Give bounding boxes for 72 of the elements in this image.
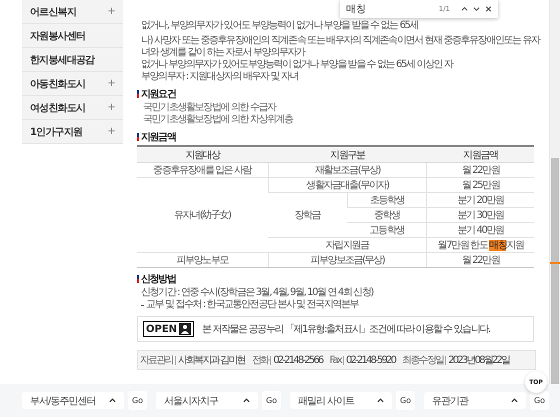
close-icon[interactable] bbox=[485, 6, 492, 12]
table-cell: 중증후유장애를 입은 사람 bbox=[137, 162, 268, 178]
info-value: 사회복지과 김미현 bbox=[178, 354, 245, 367]
caret-icon bbox=[511, 398, 518, 403]
table-cell: 월 25만원 bbox=[426, 178, 534, 192]
expand-icon: + bbox=[107, 6, 115, 17]
table-cell: 재활보조금(무상) bbox=[268, 162, 427, 178]
table-cell: 분기 40만원 bbox=[426, 222, 534, 238]
go-button[interactable]: Go bbox=[396, 391, 415, 410]
list-item: 국민기초생활보장법에 의한 수급자 bbox=[142, 102, 278, 114]
sidebar-label: 어르신복지 bbox=[30, 6, 76, 18]
table-cell: 장학금 bbox=[268, 192, 348, 238]
site-select[interactable]: 패밀리 사이트 bbox=[290, 392, 392, 409]
site-select[interactable]: 서울시자치구 bbox=[156, 392, 258, 409]
info-label: Fax bbox=[329, 356, 344, 364]
go-button[interactable]: Go bbox=[262, 391, 281, 410]
sidebar-label: 아동친화도시 bbox=[30, 78, 86, 90]
expand-icon: + bbox=[107, 78, 115, 89]
site-select[interactable]: 부서/동주민센터 bbox=[22, 392, 124, 409]
license-logo: OPEN bbox=[143, 321, 194, 337]
go-button[interactable]: Go bbox=[128, 391, 147, 410]
paragraph: 없거나, 부양의무자가 있어도 부양능력이 없거나 부양을 받을 수 없는 65세 bbox=[140, 20, 420, 32]
section-heading: 지원금액 bbox=[137, 130, 545, 144]
info-value: 02-2148-5920 bbox=[346, 354, 396, 366]
table-cell: 분기 30만원 bbox=[426, 208, 534, 222]
license-text: 본 저작물은 공공누리 「제1유형:출처표시」조건에 따라 이용할 수 있습니다. bbox=[202, 322, 490, 336]
info-label: 전화 bbox=[252, 356, 272, 364]
section-heading: 신청방법 bbox=[137, 272, 545, 286]
caret-icon bbox=[243, 398, 250, 403]
sidebar-label: 여성친화도시 bbox=[30, 102, 86, 114]
find-field[interactable]: 매칭 bbox=[346, 2, 434, 16]
table-cell: 초등학생 bbox=[347, 192, 427, 208]
sidebar-item[interactable]: 1인가구지원 + bbox=[22, 120, 123, 144]
paragraph: 부양의무자 : 지원대상자의 배우자 및 자녀 bbox=[140, 71, 300, 83]
expand-icon: + bbox=[107, 102, 115, 113]
list-item: 신청기간 : 연중 수시(장학금은 3월, 4월, 9월, 10월 연 4회 신청) bbox=[140, 287, 374, 299]
sidebar-item[interactable]: 한지붕세대공감 bbox=[22, 48, 123, 72]
site-select[interactable]: 유관기관 bbox=[424, 392, 526, 409]
table-cell: 피부양노부모 bbox=[137, 252, 268, 268]
sidebar-item[interactable]: 여성친화도시 + bbox=[22, 96, 123, 120]
next-icon[interactable] bbox=[473, 6, 480, 12]
table-cell: 월 22만원 bbox=[426, 252, 534, 268]
caret-icon bbox=[377, 398, 384, 403]
list-item: 교부 및 접수처 : 한국교통안전공단 본사 및 전국지역본부 bbox=[146, 299, 358, 311]
table-cell: 자립지원금 bbox=[268, 238, 427, 252]
info-label: 자료관리 bbox=[140, 356, 176, 364]
list-item: 국민기초생활보장법에 의한 차상위계층 bbox=[142, 114, 294, 126]
sidebar-item[interactable]: 자원봉사센터 bbox=[22, 24, 123, 48]
sidebar-item[interactable]: 어르신복지 + bbox=[22, 0, 123, 24]
info-label: 최종수정일 bbox=[402, 356, 446, 364]
previous-icon[interactable] bbox=[461, 6, 468, 12]
paragraph: 나) 사망자 또는 중증후유장애인의 직계존속 또는 배우자의 직계존속이면서 현재 중증후유장애인또는 유자녀와 생계를 같이 하는 자로서 부양의무자가 bbox=[140, 35, 542, 59]
table-cell: 월 22만원 bbox=[426, 162, 534, 178]
table-cell: 피부양보조금(무상) bbox=[268, 252, 427, 268]
info-value: 02-2148-2566 bbox=[273, 354, 322, 366]
paragraph: 없거나 부양의무자가 있어도부양능력이 없거나 부양을 받을 수 없는 65세 이상인 자 bbox=[140, 59, 454, 71]
sidebar-label: 1인가구지원 bbox=[30, 126, 82, 138]
info-value: 2023년08월22일 bbox=[448, 354, 510, 367]
table-cell: 유자녀(幼子女) bbox=[137, 178, 268, 252]
expand-icon: + bbox=[107, 126, 115, 137]
column-header: 지원금액 bbox=[426, 146, 534, 162]
column-header: 지원구분 bbox=[268, 146, 427, 162]
column-header: 지원대상 bbox=[137, 146, 268, 162]
section-heading: 지원요건 bbox=[137, 87, 545, 101]
sidebar-item[interactable]: 아동친화도시 + bbox=[22, 72, 123, 96]
table-cell: 분기 20만원 bbox=[426, 192, 534, 208]
caret-icon bbox=[109, 398, 116, 403]
table-cell: 중학생 bbox=[347, 208, 427, 222]
table-cell: 생활자금대출(무이자) bbox=[268, 178, 427, 192]
go-button[interactable]: Go bbox=[530, 391, 549, 410]
table-cell: 고등학생 bbox=[347, 222, 427, 238]
scrollbar[interactable] bbox=[549, 0, 560, 384]
